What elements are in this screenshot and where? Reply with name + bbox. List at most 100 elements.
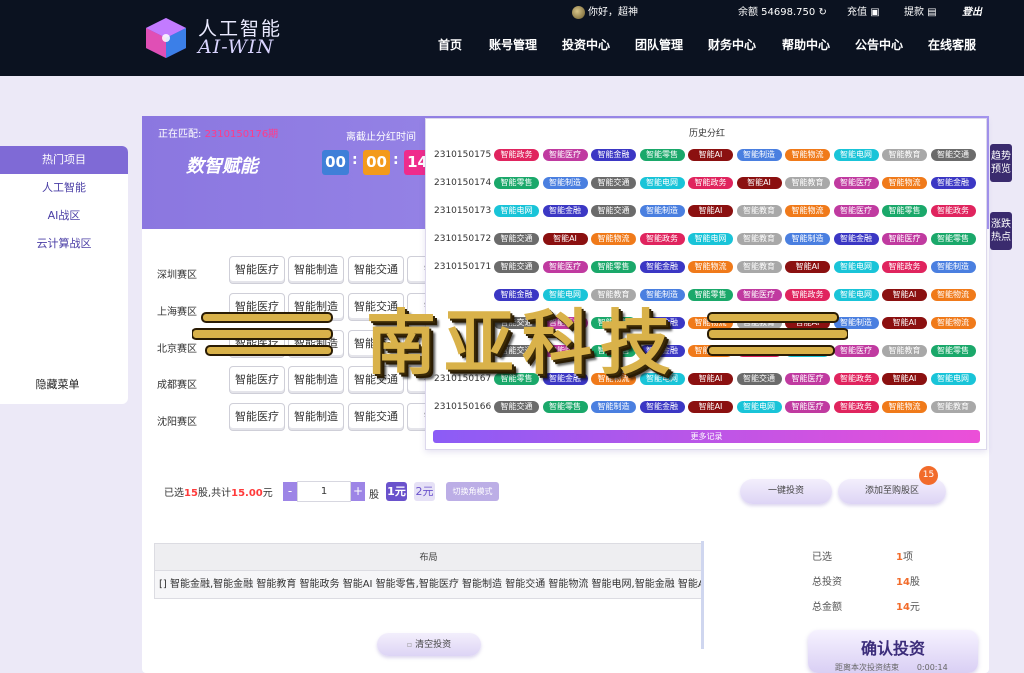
hot-projects-sidebar: 热门项目 人工智能 AI战区 云计算战区 隐藏菜单 — [0, 146, 128, 404]
history-tag: 智能电网 — [736, 401, 782, 413]
history-tag: 智能教育 — [930, 401, 976, 413]
region-chip[interactable]: 智能医疗 — [229, 256, 285, 284]
region-name: 沈阳赛区 — [157, 417, 197, 428]
nav-invest[interactable]: 投资中心 — [562, 36, 610, 53]
history-tag: 智能制造 — [736, 149, 782, 161]
watermark-right-lines-icon — [707, 312, 848, 356]
clear-investment-button[interactable]: ▫ 清空投资 — [377, 633, 481, 656]
switch-mode-button[interactable]: 切换角模式 — [446, 482, 499, 501]
history-tag: 智能医疗 — [542, 261, 588, 273]
history-tag: 智能交通 — [494, 261, 539, 273]
timer-minutes: 00 — [363, 150, 390, 175]
hot-movers-tab[interactable]: 涨跌热点 — [990, 212, 1012, 250]
watermark-left-lines-icon — [192, 312, 333, 356]
withdraw-icon: ▤ — [927, 7, 937, 18]
site-logo[interactable]: 人工智能 AI-WIN — [142, 12, 292, 64]
history-tag: 智能医疗 — [833, 177, 879, 189]
avatar — [572, 5, 585, 19]
trash-icon: ▫ — [406, 640, 413, 649]
more-records-button[interactable]: 更多记录 — [433, 430, 980, 443]
history-tag: 智能制造 — [930, 261, 976, 273]
region-name: 成都赛区 — [157, 380, 197, 391]
logout-link[interactable]: 登出 — [962, 3, 982, 18]
summary-total-invest-value: 14股 — [896, 577, 920, 588]
history-period: 2310150172 — [434, 234, 492, 244]
history-tag: 智能物流 — [930, 317, 976, 329]
summary-total-amount-label: 总金额 — [812, 602, 842, 613]
history-dividend-panel: 历史分红 更多记录 2310150175 智能政务 智能医疗 智能金融 智能零售 智能AI… — [425, 118, 987, 450]
history-title: 历史分红 — [688, 129, 725, 139]
history-tag: 智能电网 — [688, 233, 733, 245]
sidebar-item-ai-zone[interactable]: AI战区 — [0, 202, 128, 230]
history-tag: 智能电网 — [930, 373, 976, 385]
region-chip[interactable]: 智能制造 — [288, 403, 344, 431]
unit-yuan-button[interactable]: 1元 — [386, 482, 407, 501]
history-period: 2310150171 — [434, 262, 492, 272]
history-tag: 智能政务 — [930, 205, 976, 217]
recharge-link[interactable]: 充值 ▣ — [847, 3, 880, 18]
summary-selected-label: 已选 — [812, 552, 832, 563]
nav-finance[interactable]: 财务中心 — [708, 36, 756, 53]
sidebar-item-cloud-zone[interactable]: 云计算战区 — [0, 230, 128, 258]
region-chip[interactable]: 智能医疗 — [229, 403, 285, 431]
history-tag: 智能医疗 — [785, 401, 830, 413]
logo-english-text: AI-WIN — [198, 36, 275, 58]
hide-menu-button[interactable]: 隐藏菜单 — [0, 376, 115, 392]
history-tag: 智能政务 — [494, 149, 539, 161]
quantity-input[interactable]: 1 — [297, 481, 351, 502]
region-chip[interactable]: 智能制造 — [288, 256, 344, 284]
trend-preview-tab[interactable]: 趋势预览 — [990, 144, 1012, 182]
region-name: 上海赛区 — [157, 307, 197, 318]
selected-total: 15.00 — [231, 488, 263, 499]
quantity-unit: 股 — [369, 490, 379, 501]
quantity-minus-button[interactable]: - — [283, 482, 297, 501]
quantity-plus-button[interactable]: + — [351, 482, 365, 501]
history-tag: 智能金融 — [833, 233, 879, 245]
user-greeting[interactable]: 你好，超神 — [572, 3, 638, 19]
history-tag: 智能政务 — [833, 401, 879, 413]
nav-support[interactable]: 在线客服 — [928, 36, 976, 53]
region-chip[interactable]: 智能交通 — [348, 403, 404, 431]
sidebar-item-ai[interactable]: 人工智能 — [0, 174, 128, 202]
summary-total-invest-label: 总投资 — [812, 577, 842, 588]
history-tag: 智能AI — [882, 289, 927, 301]
table-row[interactable]: [] 智能金融,智能金融 智能教育 智能政务 智能AI 智能零售,智能医疗 智能… — [154, 571, 703, 599]
refresh-icon[interactable]: ↻ — [818, 7, 826, 18]
layout-table-header: 布局 — [154, 543, 703, 571]
timer-hours: 00 — [322, 150, 349, 175]
recharge-icon: ▣ — [870, 7, 880, 18]
history-tag: 智能制造 — [591, 401, 636, 413]
nav-team[interactable]: 团队管理 — [635, 36, 683, 53]
deadline-label: 离截止分红时间 — [346, 132, 416, 143]
history-tag: 智能零售 — [542, 401, 588, 413]
watermark-text: 南亚科技 — [366, 301, 678, 384]
history-tag: 智能交通 — [494, 401, 539, 413]
history-tag: 智能物流 — [882, 177, 927, 189]
history-tag: 智能物流 — [688, 261, 733, 273]
nav-home[interactable]: 首页 — [438, 36, 462, 53]
history-tag: 智能物流 — [785, 205, 830, 217]
nav-account[interactable]: 账号管理 — [489, 36, 537, 53]
selection-summary: 已选15股,共计15.00元 — [164, 488, 273, 499]
banner-slogan: 数智赋能 — [186, 156, 258, 177]
summary-selected-value: 1项 — [896, 552, 913, 563]
region-name: 深圳赛区 — [157, 270, 197, 281]
history-tag: 智能金融 — [542, 205, 588, 217]
region-chip[interactable]: 智能交通 — [348, 256, 404, 284]
history-tag: 智能制造 — [639, 205, 685, 217]
history-tag: 智能物流 — [785, 149, 830, 161]
nav-help[interactable]: 帮助中心 — [782, 36, 830, 53]
history-tag: 智能AI — [736, 177, 782, 189]
history-tag: 智能交通 — [591, 177, 636, 189]
history-tag: 智能物流 — [930, 289, 976, 301]
nav-notice[interactable]: 公告中心 — [855, 36, 903, 53]
one-click-invest-button[interactable]: 一键投资 — [740, 479, 832, 504]
history-tag: 智能政务 — [688, 177, 733, 189]
confirm-invest-button[interactable]: 确认投资 距离本次投资结束 0:00:14 — [808, 630, 978, 673]
top-header: 人工智能 AI-WIN 你好，超神 余额 54698.750 ↻ 充值 ▣ 提款… — [0, 0, 1024, 76]
history-tag: 智能金融 — [639, 261, 685, 273]
unit-jiao-button[interactable]: 2元 — [414, 482, 435, 501]
history-tag: 智能电网 — [833, 149, 879, 161]
matching-status: 正在匹配: 2310150176期 — [158, 129, 279, 140]
withdraw-link[interactable]: 提款 ▤ — [904, 3, 937, 18]
